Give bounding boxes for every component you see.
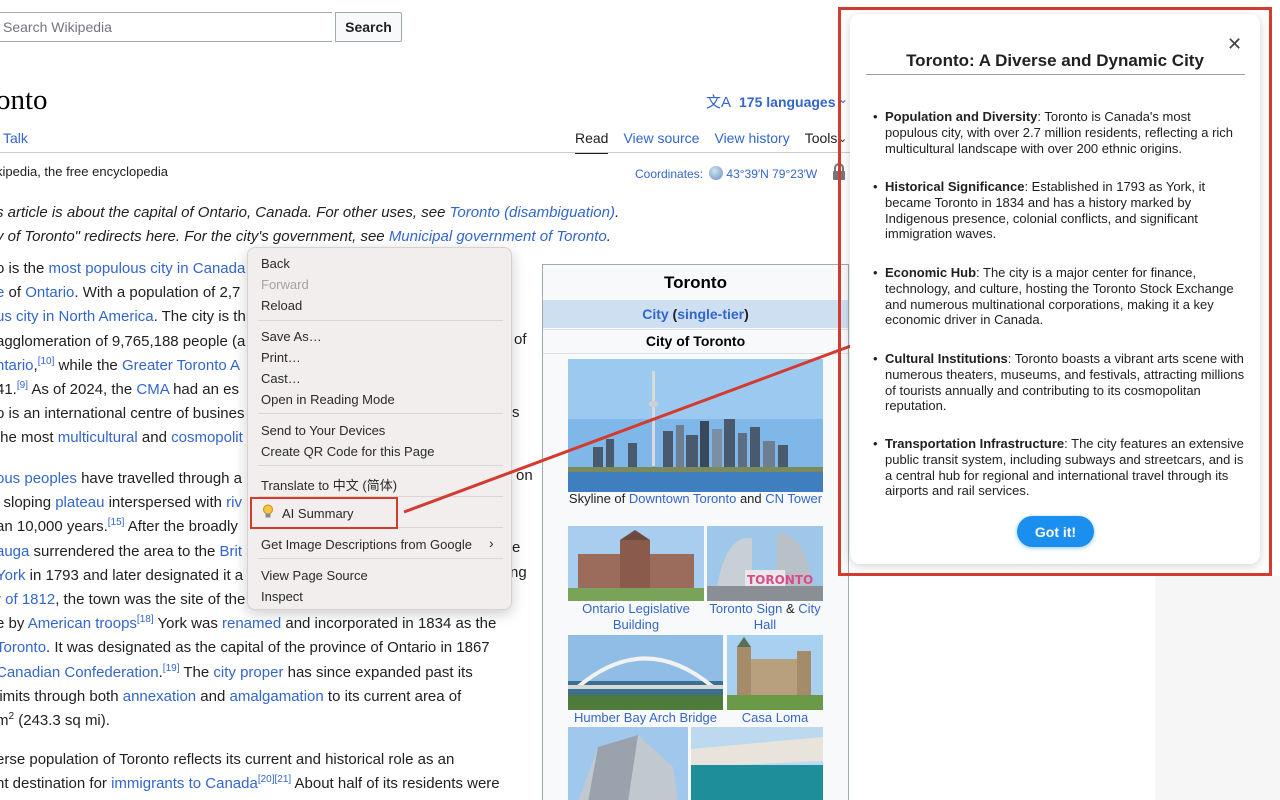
summary-item: • Transportation Infrastructure: The city… [873,436,1244,499]
summary-item: • Economic Hub: The city is a major cente… [873,265,1234,328]
page-margin [1155,576,1280,800]
summary-item: • Cultural Institutions: Toronto boasts a… [873,351,1245,414]
popup-title: Toronto: A Diverse and Dynamic City [906,51,1204,70]
popup-divider [866,74,1245,75]
summary-item: • Population and Diversity: Toronto is Ca… [873,109,1234,156]
got-it-button[interactable]: Got it! [1017,516,1094,547]
summary-item: • Historical Significance: Established in… [873,179,1206,242]
ai-summary-popup: ✕ Toronto: A Diverse and Dynamic City • P… [850,14,1260,564]
